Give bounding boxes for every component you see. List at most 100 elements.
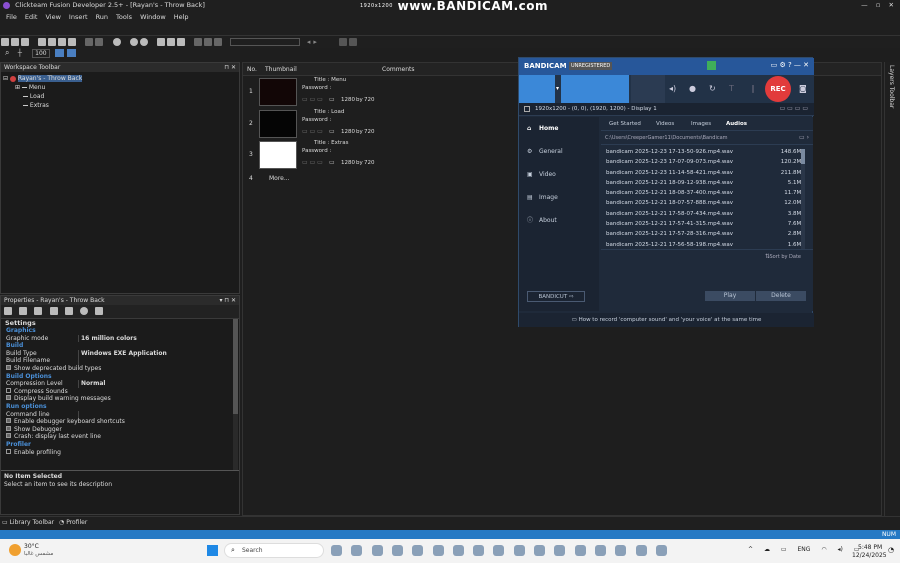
values-tab-icon[interactable] — [49, 307, 58, 315]
tray-app-icon[interactable]: ▭ — [781, 546, 787, 553]
nav-home[interactable]: ⌂ Home — [519, 117, 599, 140]
storyboard-icon[interactable] — [157, 38, 166, 46]
clock-date[interactable]: 12/24/2025 — [852, 552, 887, 559]
frame-password[interactable]: Password : — [302, 148, 331, 154]
grid-view-icon[interactable] — [54, 49, 64, 57]
file-list-item[interactable]: bandicam 2025-12-21 17-58-07-434.mp4.wav… — [601, 209, 813, 219]
bandicam-controls[interactable]: ▭ ⚙ ? — ✕ — [771, 61, 809, 69]
frame-row[interactable]: 3 Title : Extras Password : ▭ ▭ ▭ ▭ 1280 by 720 — [243, 140, 513, 172]
tree-item-menu[interactable]: ⊞ Menu — [3, 83, 237, 92]
file-list-item[interactable]: bandicam 2025-12-21 18-09-12-938.mp4.wav… — [601, 178, 813, 188]
chrome-icon[interactable] — [574, 545, 586, 556]
rec-button[interactable]: REC — [765, 76, 791, 102]
tab-videos[interactable]: Videos — [656, 121, 674, 127]
file-list-item[interactable]: bandicam 2025-12-23 11-14-58-421.mp4.wav… — [601, 168, 813, 178]
frame-icons[interactable]: ▭ ▭ ▭ — [302, 96, 323, 103]
store-icon[interactable] — [452, 545, 464, 556]
run-application-icon[interactable] — [129, 38, 138, 46]
firefox-icon[interactable] — [513, 545, 525, 556]
delete-button[interactable]: Delete — [756, 291, 806, 301]
delete-icon[interactable] — [68, 38, 77, 46]
copilot-icon[interactable] — [432, 545, 444, 556]
game-mode-icon[interactable] — [595, 75, 629, 103]
window-mode-icon[interactable] — [339, 38, 348, 46]
property-row[interactable]: Build Type Windows EXE Application — [1, 349, 231, 358]
menu-file[interactable]: File — [6, 13, 17, 21]
menu-insert[interactable]: Insert — [69, 13, 88, 21]
cut-icon[interactable] — [38, 38, 47, 46]
wifi-icon[interactable]: ◠ — [821, 546, 826, 553]
event-editor-icon[interactable] — [177, 38, 186, 46]
device-mode-icon[interactable] — [561, 75, 595, 103]
layer-icon[interactable] — [214, 38, 223, 46]
volume-icon[interactable]: ◂) — [838, 546, 843, 553]
frame-icons[interactable]: ▭ ▭ ▭ — [302, 128, 323, 135]
steam-icon[interactable] — [594, 545, 606, 556]
frame-width[interactable]: 1280 — [341, 97, 355, 103]
weather-text[interactable]: مشمس غالبا — [24, 551, 53, 557]
property-checkbox[interactable] — [6, 387, 11, 393]
frame-thumbnail[interactable] — [259, 78, 297, 106]
window-tab-icon[interactable] — [19, 307, 28, 315]
settings-tab-icon[interactable] — [4, 307, 12, 315]
about-tab-icon[interactable] — [80, 307, 89, 315]
menu-window[interactable]: Window — [140, 13, 166, 21]
weather-icon[interactable] — [9, 544, 21, 556]
windows-start-icon[interactable] — [207, 545, 218, 556]
tree-root[interactable]: ⊟ Rayan's - Throw Back — [3, 74, 237, 83]
zoom-icon[interactable]: ⌕ — [5, 48, 9, 57]
menu-tools[interactable]: Tools — [116, 13, 132, 21]
webcam-icon[interactable] — [631, 75, 665, 103]
settings-icon[interactable] — [615, 545, 627, 556]
more-frames-link[interactable]: More... — [269, 175, 290, 182]
obs-icon[interactable] — [635, 545, 647, 556]
play-button[interactable]: Play — [705, 291, 755, 301]
frame-width[interactable]: 1280 — [341, 129, 355, 135]
microphone-icon[interactable]: ● — [689, 84, 696, 93]
layers-toolbar[interactable]: Layers Toolbar — [884, 62, 900, 516]
property-value[interactable] — [78, 410, 81, 419]
menu-help[interactable]: Help — [174, 13, 189, 21]
sort-by-date[interactable]: Sort by Date — [769, 254, 801, 260]
run-frame-icon[interactable] — [139, 38, 148, 46]
property-checkbox[interactable] — [6, 364, 11, 370]
bandicam-taskbar-icon[interactable] — [655, 545, 667, 556]
collapse-icon[interactable]: ⊟ — [3, 75, 10, 82]
profiler-tab[interactable]: Profiler — [66, 519, 87, 526]
discord-icon[interactable] — [554, 545, 566, 556]
frame-title[interactable]: Title : Menu — [314, 77, 346, 83]
align-icon[interactable] — [194, 38, 203, 46]
grid-icon[interactable] — [204, 38, 213, 46]
screen-mode-dropdown-icon[interactable]: ▾ — [556, 85, 559, 92]
display-checkbox[interactable] — [524, 106, 530, 112]
taskbar-search[interactable]: ⌕ Search — [224, 543, 324, 558]
frame-editor-icon[interactable] — [167, 38, 176, 46]
frame-height[interactable]: 720 — [364, 160, 375, 166]
tab-get-started[interactable]: Get Started — [609, 121, 641, 127]
frame-thumbnail[interactable] — [259, 141, 297, 169]
frame-password[interactable]: Password : — [302, 117, 331, 123]
file-scrollbar[interactable] — [801, 149, 805, 249]
list-view-icon[interactable] — [67, 49, 77, 57]
hook-icon[interactable]: ↻ — [709, 84, 716, 93]
help-icon[interactable] — [112, 38, 121, 46]
frame-password[interactable]: Password : — [302, 85, 331, 91]
camera-icon[interactable]: ◙ — [799, 84, 807, 93]
tree-item-extras[interactable]: Extras — [3, 101, 237, 110]
property-checkbox-row[interactable]: Crash: display last event line — [1, 433, 231, 441]
zoom-input[interactable]: 100 — [32, 48, 50, 58]
frame-thumbnail[interactable] — [259, 109, 297, 138]
property-row[interactable]: Graphic mode 16 million colors — [1, 334, 231, 343]
property-checkbox[interactable] — [6, 433, 11, 439]
window-controls[interactable]: — ▫ ✕ — [861, 0, 894, 11]
property-checkbox-row[interactable]: Compress Sounds — [1, 387, 231, 396]
property-row[interactable]: Compression Level Normal — [1, 380, 231, 388]
library-toolbar-tab[interactable]: Library Toolbar — [10, 519, 55, 526]
language-indicator[interactable]: ENG — [797, 546, 810, 553]
nav-general[interactable]: ⚙ General — [519, 140, 599, 163]
nav-about[interactable]: ⓘ About — [519, 209, 599, 232]
redo-icon[interactable] — [95, 38, 104, 46]
frame-height[interactable]: 720 — [364, 129, 375, 135]
frame-width[interactable]: 1280 — [341, 160, 355, 166]
tip-bar[interactable]: ▭ How to record 'computer sound' and 'yo… — [519, 313, 814, 327]
